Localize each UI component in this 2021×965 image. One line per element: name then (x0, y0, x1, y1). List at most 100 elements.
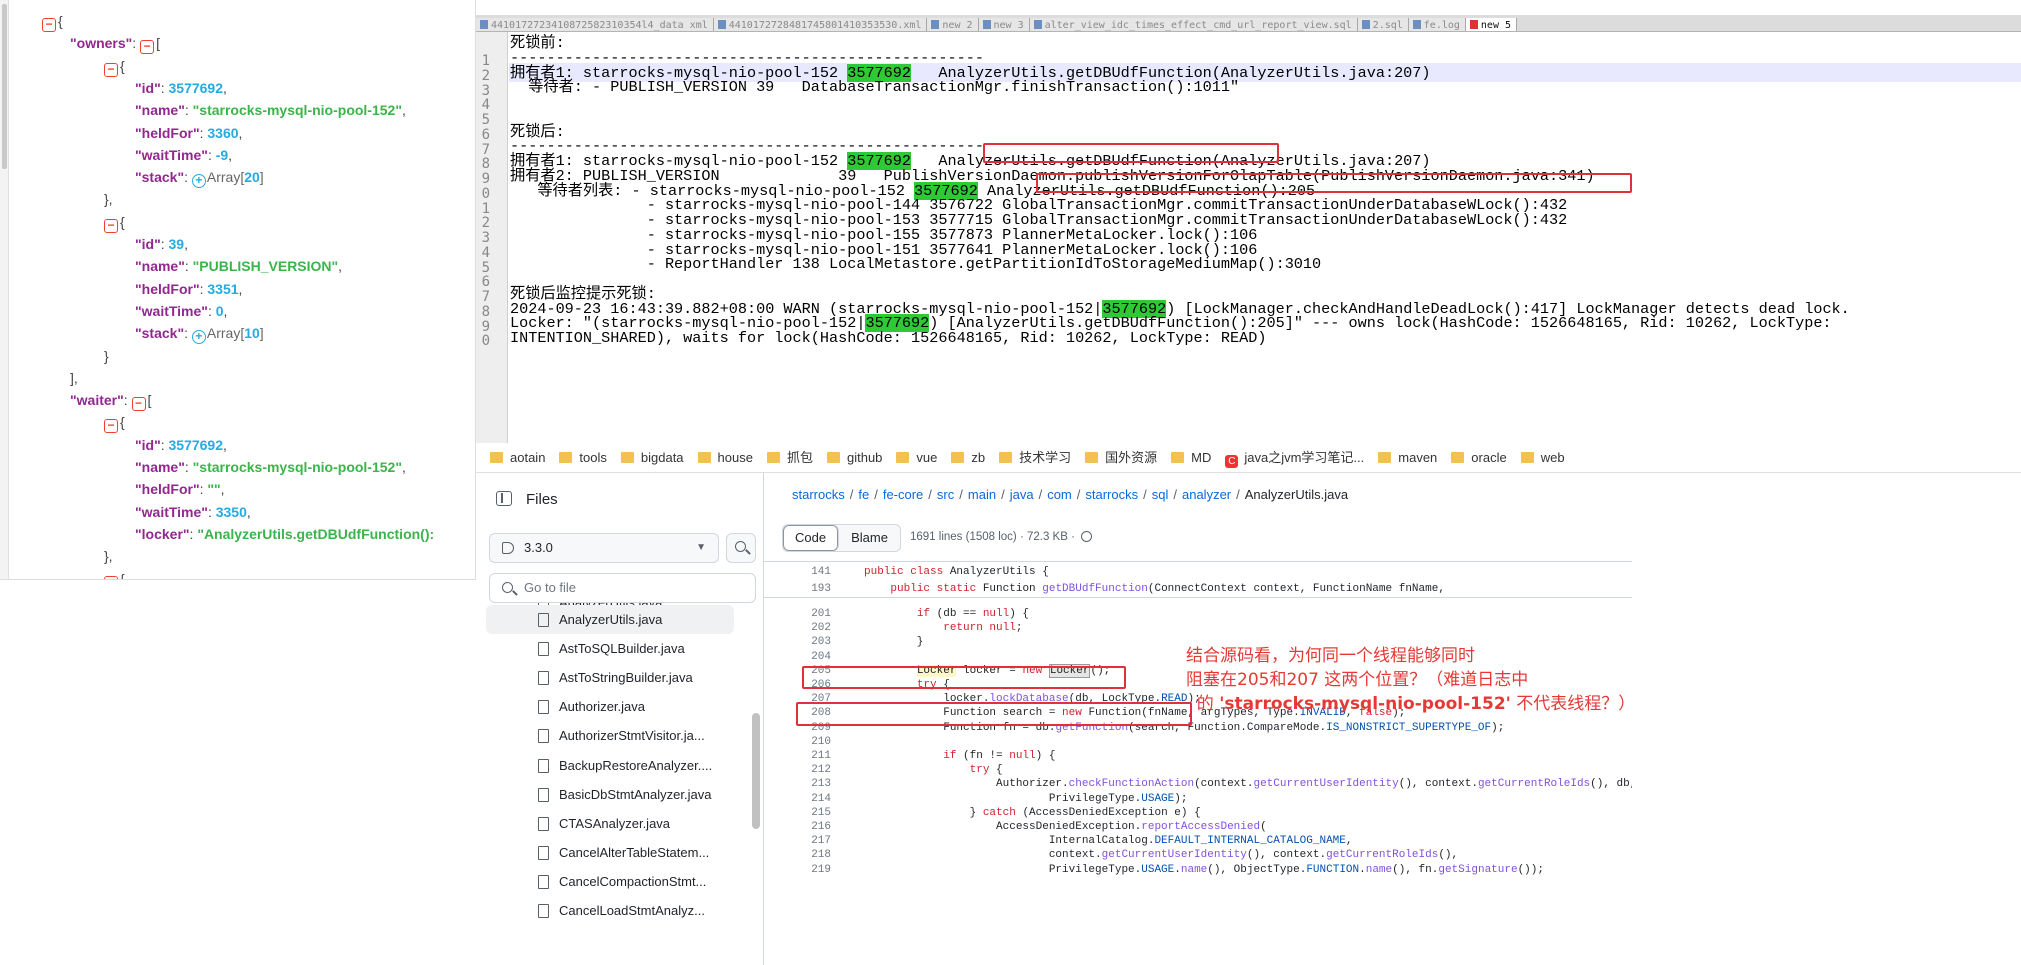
file-tree-item[interactable]: AstToStringBuilder.java (486, 663, 734, 692)
line-number: 1 (481, 53, 490, 69)
file-icon (1412, 20, 1421, 29)
json-punct: }, (104, 548, 113, 565)
json-string: "starrocks-mysql-nio-pool-152" (192, 102, 402, 119)
file-meta: 1691 lines (1508 loc) · 72.3 KB · (910, 531, 1092, 543)
file-icon (538, 758, 549, 773)
bookmark-item[interactable]: Cjava之jvm学习笔记... (1225, 443, 1365, 472)
json-line: −{ (42, 12, 63, 32)
breadcrumb-link[interactable]: java (1010, 487, 1034, 502)
file-tree-item[interactable]: Authorizer.java (486, 692, 734, 721)
collapse-toggle-icon[interactable]: − (131, 397, 146, 412)
file-icon (1361, 20, 1370, 29)
bookmark-label: house (717, 450, 753, 465)
bookmark-item[interactable]: MD (1171, 443, 1211, 472)
line-number: 9 (481, 171, 490, 187)
branch-name: 3.3.0 (524, 540, 553, 555)
editor-tab[interactable]: alter_view_idc_times_effect_cmd_url_repo… (1029, 18, 1358, 31)
bookmark-item[interactable]: web (1520, 443, 1565, 472)
code-token: checkFunctionAction (1068, 778, 1195, 791)
json-scrollbar-thumb[interactable] (2, 4, 7, 169)
editor-tab[interactable]: new 3 (978, 18, 1030, 31)
file-tree-item[interactable]: BasicDbStmtAnalyzer.java (486, 780, 734, 809)
bookmark-item[interactable]: 抓包 (766, 443, 813, 472)
editor-line: INTENTION_SHARED), waits for lock(HashCo… (510, 329, 1266, 347)
folder-icon (490, 452, 503, 463)
goto-file-input[interactable]: Go to file (489, 573, 756, 603)
file-tree-item[interactable]: BackupRestoreAnalyzer.... (486, 751, 734, 780)
bookmark-item[interactable]: aotain (490, 443, 545, 472)
breadcrumb-link[interactable]: fe-core (883, 487, 923, 502)
bookmark-item[interactable]: bigdata (620, 443, 684, 472)
code-line-number[interactable]: 219 (764, 861, 831, 879)
breadcrumb-link[interactable]: starrocks (792, 487, 845, 502)
bookmark-item[interactable]: vue (896, 443, 937, 472)
breadcrumb-link[interactable]: com (1047, 487, 1072, 502)
breadcrumb-link[interactable]: analyzer (1182, 487, 1231, 502)
bookmark-item[interactable]: 国外资源 (1085, 443, 1157, 472)
line-number: 2 (481, 215, 490, 232)
editor-tab[interactable]: fe.log (1408, 18, 1466, 31)
file-tree-item[interactable]: AstToSQLBuilder.java (486, 634, 734, 663)
editor-tab[interactable]: 4410172723410872582310354l4_data xml (476, 18, 714, 31)
file-icon (538, 642, 549, 657)
file-tree-item[interactable]: CTASAnalyzer.java (486, 809, 734, 838)
editor-tab[interactable]: new 2 (927, 18, 979, 31)
bookmark-item[interactable]: 技术学习 (999, 443, 1071, 472)
search-button[interactable] (726, 533, 756, 563)
bookmark-item[interactable]: maven (1378, 443, 1438, 472)
breadcrumb-link[interactable]: starrocks (1085, 487, 1138, 502)
side-panel-icon[interactable] (496, 491, 512, 506)
expand-icon[interactable]: + (191, 330, 206, 345)
editor-tab[interactable]: new 5 (1465, 18, 1518, 31)
json-punct: } (104, 347, 109, 364)
bookmark-item[interactable]: house (697, 443, 753, 472)
collapse-toggle-icon[interactable]: − (104, 62, 118, 77)
bookmark-label: maven (1398, 450, 1438, 465)
code-line-number[interactable]: 141 (764, 563, 831, 581)
breadcrumb-link[interactable]: sql (1152, 487, 1169, 502)
collapse-toggle-icon[interactable]: − (104, 218, 118, 233)
file-icon (538, 874, 549, 889)
editor-tab-label: new 3 (993, 20, 1024, 31)
editor-tab[interactable]: 2.sql (1357, 18, 1409, 31)
expand-icon[interactable]: + (191, 174, 206, 189)
collapse-toggle-icon[interactable]: − (104, 419, 118, 434)
bookmark-label: java之jvm学习笔记... (1244, 450, 1365, 465)
files-header[interactable]: Files (496, 491, 558, 508)
json-line: "waitTime": -9, (135, 146, 232, 164)
file-tree-item[interactable]: CancelLoadStmtAnalyz... (486, 896, 734, 925)
bookmark-item[interactable]: tools (559, 443, 607, 472)
file-tree-scrollbar[interactable] (752, 713, 760, 829)
json-array-label: ] (259, 325, 264, 342)
editor-tab[interactable]: 4410172728481745801410353530.xml (713, 18, 928, 31)
collapse-toggle-icon[interactable]: − (42, 18, 56, 32)
folder-icon (1451, 452, 1465, 463)
collapse-toggle-icon[interactable]: − (140, 40, 155, 55)
code-token: IS_NONSTRICT_SUPERTYPE_OF (1326, 721, 1492, 734)
bookmark-item[interactable]: github (826, 443, 883, 472)
line-number: 6 (481, 126, 490, 143)
file-tree-item[interactable]: CancelAlterTableStatem... (486, 838, 734, 867)
json-line: "waiter": −[ (70, 391, 152, 412)
breadcrumb-link[interactable]: fe (858, 487, 869, 502)
breadcrumb-link[interactable]: main (968, 487, 996, 502)
code-line-number[interactable]: 193 (764, 580, 831, 598)
branch-selector[interactable]: 3.3.0 ▼ (489, 533, 719, 563)
breadcrumb-link[interactable]: src (937, 487, 954, 502)
info-icon[interactable] (1080, 531, 1092, 542)
tab-blame[interactable]: Blame (839, 525, 900, 551)
tab-code[interactable]: Code (783, 525, 840, 551)
json-line: }, (104, 190, 113, 208)
file-tree-item[interactable]: AuthorizerStmtVisitor.ja... (486, 721, 734, 750)
json-number: 3577692 (168, 436, 224, 453)
json-line: −{ (104, 213, 125, 233)
bookmark-label: github (846, 450, 883, 465)
json-punct: [ (147, 392, 152, 409)
folder-icon (951, 452, 965, 463)
divider (764, 561, 1632, 562)
bookmark-item[interactable]: zb (951, 443, 985, 472)
json-scrollbar[interactable] (0, 0, 9, 579)
file-tree-item[interactable]: AnalyzerUtils.java (486, 605, 734, 634)
bookmark-item[interactable]: oracle (1451, 443, 1507, 472)
file-tree-item[interactable]: CancelCompactionStmt... (486, 867, 734, 896)
